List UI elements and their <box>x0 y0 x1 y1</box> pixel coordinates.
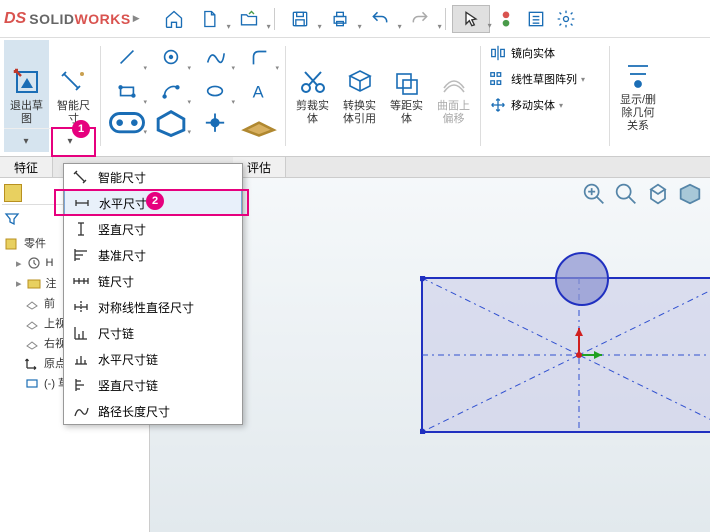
tree-tab-property[interactable] <box>24 184 42 202</box>
zoom-area-icon[interactable] <box>612 182 640 206</box>
logo-chevron[interactable]: ▶ <box>133 13 140 24</box>
menu-path-length[interactable]: 路径长度尺寸 <box>64 398 242 424</box>
line-tool[interactable]: ▾ <box>105 40 149 74</box>
menu-chain-dimension[interactable]: 链尺寸 <box>64 268 242 294</box>
annotations-folder-icon <box>26 275 42 291</box>
view-toolbar <box>580 182 704 206</box>
linear-pattern-button[interactable]: 线性草图阵列▾ <box>485 66 605 92</box>
quick-access-toolbar: ▾ ▾ ▾ ▾ ▾ ▾ ▾ <box>160 5 580 33</box>
save-icon[interactable]: ▾ <box>281 5 319 33</box>
ordinate-dim-icon <box>72 324 90 342</box>
exit-sketch-icon <box>11 66 43 98</box>
horiz-ord-icon <box>72 350 90 368</box>
menu-vertical-ordinate[interactable]: 竖直尺寸链 <box>64 372 242 398</box>
surface-offset-icon <box>438 66 470 98</box>
fillet-tool[interactable]: ▾ <box>237 40 281 74</box>
point-tool[interactable] <box>193 108 237 138</box>
origin-icon <box>24 355 40 371</box>
title-bar: DS SOLIDWORKS ▶ ▾ ▾ ▾ ▾ ▾ ▾ ▾ <box>0 0 710 38</box>
vert-ord-icon <box>72 376 90 394</box>
menu-baseline-dimension[interactable]: 基准尺寸 <box>64 242 242 268</box>
plane-item-icon <box>24 315 40 331</box>
ellipse-tool[interactable]: ▾ <box>193 74 237 108</box>
convert-entities-button[interactable]: 转换实 体引用 <box>337 40 382 152</box>
convert-icon <box>344 66 376 98</box>
part-icon <box>4 235 20 251</box>
app-logo: DS SOLIDWORKS ▶ <box>4 10 140 28</box>
home-icon[interactable] <box>160 5 188 33</box>
annotation-badge-2: 2 <box>146 192 164 210</box>
menu-symmetric-dimension[interactable]: 对称线性直径尺寸 <box>64 294 242 320</box>
baseline-dim-icon <box>72 246 90 264</box>
symmetric-dim-icon <box>72 298 90 316</box>
circle-tool[interactable]: ▾ <box>149 40 193 74</box>
trim-entities-button[interactable]: 剪裁实 体 <box>290 40 335 152</box>
redo-icon: ▾ <box>401 5 439 33</box>
logo-text: SOLIDWORKS <box>29 11 130 27</box>
ribbon: 退出草 图 智能尺 寸 ▾ ▾ ▾ ▾ ▾ ▾ ▾ A ▾ ▾ 剪裁实 体 转换… <box>0 38 710 154</box>
vert-dim-icon <box>72 220 90 238</box>
view-orientation-icon[interactable] <box>644 182 672 206</box>
rebuild-icon[interactable] <box>492 5 520 33</box>
options-list-icon[interactable] <box>522 5 550 33</box>
plane-item-icon <box>24 295 40 311</box>
mirror-entities-button[interactable]: 镜向实体 <box>485 40 605 66</box>
smart-dimension-icon <box>58 66 90 98</box>
offset-icon <box>391 66 423 98</box>
text-tool[interactable]: A <box>237 74 281 108</box>
horiz-dim-icon <box>73 194 91 212</box>
svg-text:A: A <box>253 83 264 101</box>
path-length-icon <box>72 402 90 420</box>
menu-smart-dimension[interactable]: 智能尺寸 <box>64 164 242 190</box>
surface-offset-button: 曲面上 偏移 <box>431 40 476 152</box>
rectangle-tool[interactable]: ▾ <box>105 74 149 108</box>
smart-dim-menu-icon <box>72 168 90 186</box>
sketch-circle[interactable] <box>554 251 610 307</box>
offset-entities-button[interactable]: 等距实 体 <box>384 40 429 152</box>
tree-tab-config[interactable] <box>44 184 62 202</box>
zoom-fit-icon[interactable] <box>580 182 608 206</box>
plane-tool[interactable] <box>237 108 281 138</box>
display-relations-button[interactable]: 显示/删 除几何 关系 <box>614 40 662 152</box>
select-arrow-icon[interactable]: ▾ <box>452 5 490 33</box>
settings-gear-icon[interactable] <box>552 5 580 33</box>
undo-icon[interactable]: ▾ <box>361 5 399 33</box>
funnel-icon <box>4 211 20 227</box>
plane-item-icon <box>24 335 40 351</box>
scissors-icon <box>297 66 329 98</box>
move-entities-button[interactable]: 移动实体▾ <box>485 92 605 118</box>
menu-horizontal-ordinate[interactable]: 水平尺寸链 <box>64 346 242 372</box>
tree-tab-feature[interactable] <box>4 184 22 202</box>
exit-sketch-dropdown[interactable]: ▾ <box>4 128 48 154</box>
new-file-icon[interactable]: ▾ <box>190 5 228 33</box>
spline-tool[interactable]: ▾ <box>193 40 237 74</box>
transform-tools-group: 镜向实体 线性草图阵列▾ 移动实体▾ <box>485 40 605 152</box>
tab-features[interactable]: 特征 <box>0 157 53 177</box>
slot-tool[interactable]: ▾ <box>105 108 149 138</box>
arc-tool[interactable]: ▾ <box>149 74 193 108</box>
polygon-tool[interactable]: ▾ <box>149 108 193 138</box>
menu-ordinate-dimension[interactable]: 尺寸链 <box>64 320 242 346</box>
sketch-tools-group: ▾ ▾ ▾ ▾ ▾ ▾ ▾ A ▾ ▾ <box>105 40 281 152</box>
print-icon[interactable]: ▾ <box>321 5 359 33</box>
chain-dim-icon <box>72 272 90 290</box>
logo-ds: DS <box>4 10 26 28</box>
display-style-icon[interactable] <box>676 182 704 206</box>
history-icon <box>26 255 42 271</box>
relations-icon <box>622 60 654 92</box>
menu-vertical-dimension[interactable]: 竖直尺寸 <box>64 216 242 242</box>
annotation-badge-1: 1 <box>72 120 90 138</box>
open-file-icon[interactable]: ▾ <box>230 5 268 33</box>
sketch-item-icon <box>24 375 40 391</box>
